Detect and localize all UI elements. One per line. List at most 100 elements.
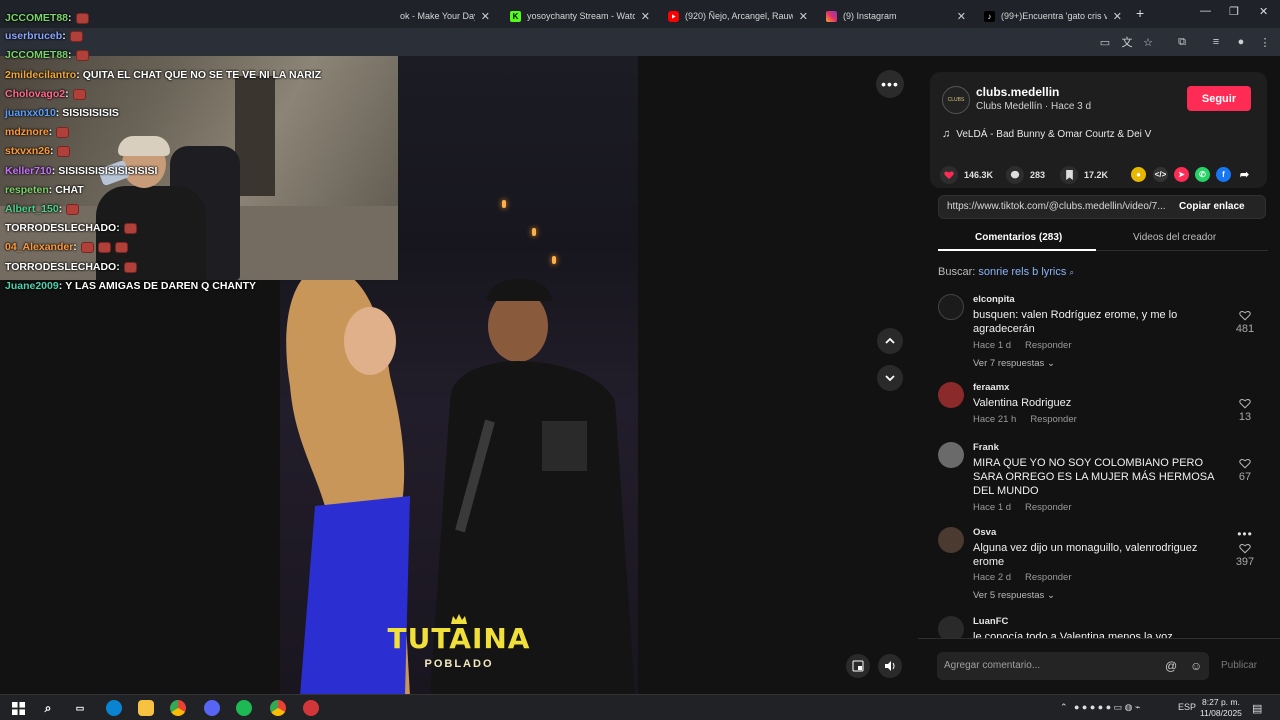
bookmark-star-icon[interactable]: ☆ <box>1141 35 1155 49</box>
close-icon[interactable]: ✕ <box>799 10 808 23</box>
reply-button[interactable]: Responder <box>1025 572 1071 583</box>
chat-username[interactable]: Cholovago2 <box>5 88 65 100</box>
comment-stat[interactable]: 283 <box>1006 166 1045 184</box>
comment-text: le conocía todo a Valentina menos la voz <box>973 631 1173 638</box>
comment-username[interactable]: Osva <box>973 527 996 538</box>
app-red-icon[interactable] <box>303 700 319 716</box>
chrome-active-icon[interactable] <box>270 700 286 716</box>
tab-comments[interactable]: Comentarios (283) <box>975 232 1062 243</box>
picture-in-picture-button[interactable] <box>846 654 870 678</box>
search-suggestion[interactable]: Buscar: sonrie rels b lyrics ⌕ <box>938 266 1074 278</box>
chat-username[interactable]: TORRODESLECHADO <box>5 261 116 273</box>
browser-tab-5[interactable]: ♪ (99+)Encuentra 'gato cris valen ✕ <box>976 4 1130 28</box>
chat-username[interactable]: TORRODESLECHADO <box>5 222 116 234</box>
share-arrow-icon[interactable]: ➦ <box>1237 167 1252 182</box>
emoji-icon[interactable]: ☺ <box>1190 659 1202 673</box>
chat-username[interactable]: Juane2009 <box>5 280 59 292</box>
volume-button[interactable] <box>878 654 902 678</box>
prev-video-button[interactable] <box>877 328 903 354</box>
discord-icon[interactable] <box>204 700 220 716</box>
edge-icon[interactable] <box>106 700 122 716</box>
comment-avatar[interactable] <box>938 616 964 638</box>
reply-button[interactable]: Responder <box>1030 414 1076 425</box>
chat-username[interactable]: juanxx010 <box>5 107 56 119</box>
save-stat[interactable]: 17.2K <box>1060 166 1108 184</box>
extensions-icon[interactable]: ⧉ <box>1175 35 1189 49</box>
chat-username[interactable]: 2mildecilantro <box>5 69 76 81</box>
close-icon[interactable]: ✕ <box>481 10 490 23</box>
chat-username[interactable]: 04_Alexander <box>5 241 73 253</box>
profile-avatar-icon[interactable]: ● <box>1234 35 1248 49</box>
chat-username[interactable]: respeten <box>5 184 49 196</box>
browser-tab-3[interactable]: (920) Ñejo, Arcangel, Rauw Ale ✕ <box>660 4 816 28</box>
comment-like-button[interactable]: ••• 397 <box>1230 527 1260 568</box>
send-icon[interactable]: ➤ <box>1174 167 1189 182</box>
whatsapp-icon[interactable]: ✆ <box>1195 167 1210 182</box>
comment-like-button[interactable]: 67 <box>1230 458 1260 483</box>
comment-username[interactable]: LuanFC <box>973 616 1008 627</box>
account-name[interactable]: clubs.medellin <box>976 85 1059 99</box>
music-track[interactable]: ♫ VeLDÁ - Bad Bunny & Omar Courtz & Dei … <box>942 128 1151 140</box>
windows-start-icon[interactable] <box>10 700 26 716</box>
chat-username[interactable]: Keller710 <box>5 165 52 177</box>
system-clock[interactable]: 8:27 p. m. 11/08/2025 <box>1200 697 1242 719</box>
chat-username[interactable]: Albert_150 <box>5 203 59 215</box>
browser-tab-2[interactable]: K yosoychanty Stream - Watch Li ✕ <box>502 4 658 28</box>
chat-username[interactable]: userbruceb <box>5 30 62 42</box>
file-explorer-icon[interactable] <box>138 700 154 716</box>
install-app-icon[interactable]: ▭ <box>1098 35 1112 49</box>
task-view-icon[interactable]: ▭ <box>72 700 88 716</box>
close-icon[interactable]: ✕ <box>957 10 966 23</box>
comment-like-button[interactable]: 13 <box>1230 398 1260 423</box>
reading-list-icon[interactable]: ≡ <box>1209 35 1223 49</box>
tab-creator-videos[interactable]: Videos del creador <box>1133 232 1216 243</box>
view-replies-button[interactable]: Ver 5 respuestas ⌄ <box>973 590 1055 601</box>
search-icon[interactable]: ⌕ <box>40 700 56 716</box>
view-replies-button[interactable]: Ver 7 respuestas ⌄ <box>973 358 1055 369</box>
comment-username[interactable]: Frank <box>973 442 999 453</box>
chat-username[interactable]: mdznore <box>5 126 49 138</box>
next-video-button[interactable] <box>877 365 903 391</box>
facebook-icon[interactable]: f <box>1216 167 1231 182</box>
chat-username[interactable]: JCCOMET88 <box>5 12 68 24</box>
notifications-icon[interactable]: ▤ <box>1252 702 1262 715</box>
minimize-icon[interactable]: — <box>1200 5 1211 17</box>
close-icon[interactable]: ✕ <box>641 10 650 23</box>
comment-more-icon[interactable]: ••• <box>1230 527 1260 541</box>
coin-icon[interactable]: ● <box>1131 167 1146 182</box>
comment-like-button[interactable]: 481 <box>1230 310 1260 335</box>
close-icon[interactable]: ✕ <box>1113 10 1122 23</box>
close-window-icon[interactable]: ✕ <box>1259 5 1268 18</box>
chrome-icon[interactable] <box>170 700 186 716</box>
reply-button[interactable]: Responder <box>1025 502 1071 513</box>
publish-button[interactable]: Publicar <box>1221 660 1257 671</box>
translate-icon[interactable]: 文 <box>1120 35 1134 49</box>
comment-avatar[interactable] <box>938 527 964 553</box>
comment-avatar[interactable] <box>938 442 964 468</box>
follow-button[interactable]: Seguir <box>1187 86 1251 111</box>
browser-tab-4[interactable]: (9) Instagram ✕ <box>818 4 974 28</box>
reply-button[interactable]: Responder <box>1025 340 1071 351</box>
chat-text: SISISISISIS <box>62 107 119 119</box>
browser-tab-1[interactable]: ok - Make Your Day ✕ <box>392 4 498 28</box>
menu-kebab-icon[interactable]: ⋮ <box>1258 35 1272 49</box>
tray-app-icons[interactable]: ● ● ● ● ● ▭ ◍ ⌁ <box>1074 702 1140 713</box>
like-stat[interactable]: 146.3K <box>940 166 993 184</box>
tray-chevron-up-icon[interactable]: ⌃ <box>1060 702 1068 713</box>
restore-icon[interactable]: ❐ <box>1229 5 1239 18</box>
copy-link-button[interactable]: Copiar enlace <box>1179 201 1245 212</box>
spotify-icon[interactable] <box>236 700 252 716</box>
video-link-url[interactable]: https://www.tiktok.com/@clubs.medellin/v… <box>947 201 1177 212</box>
comment-avatar[interactable] <box>938 382 964 408</box>
chat-username[interactable]: stxvxn26 <box>5 145 50 157</box>
more-options-button[interactable]: ••• <box>876 70 904 98</box>
comment-username[interactable]: elconpita <box>973 294 1015 305</box>
chat-username[interactable]: JCCOMET88 <box>5 49 68 61</box>
comment-username[interactable]: feraamx <box>973 382 1009 393</box>
new-tab-icon[interactable]: + <box>1136 5 1144 21</box>
comment-avatar[interactable] <box>938 294 964 320</box>
account-avatar[interactable]: CLUBS <box>942 86 970 114</box>
language-indicator[interactable]: ESP <box>1178 702 1196 712</box>
embed-icon[interactable]: </> <box>1153 167 1168 182</box>
mention-icon[interactable]: @ <box>1165 659 1177 673</box>
